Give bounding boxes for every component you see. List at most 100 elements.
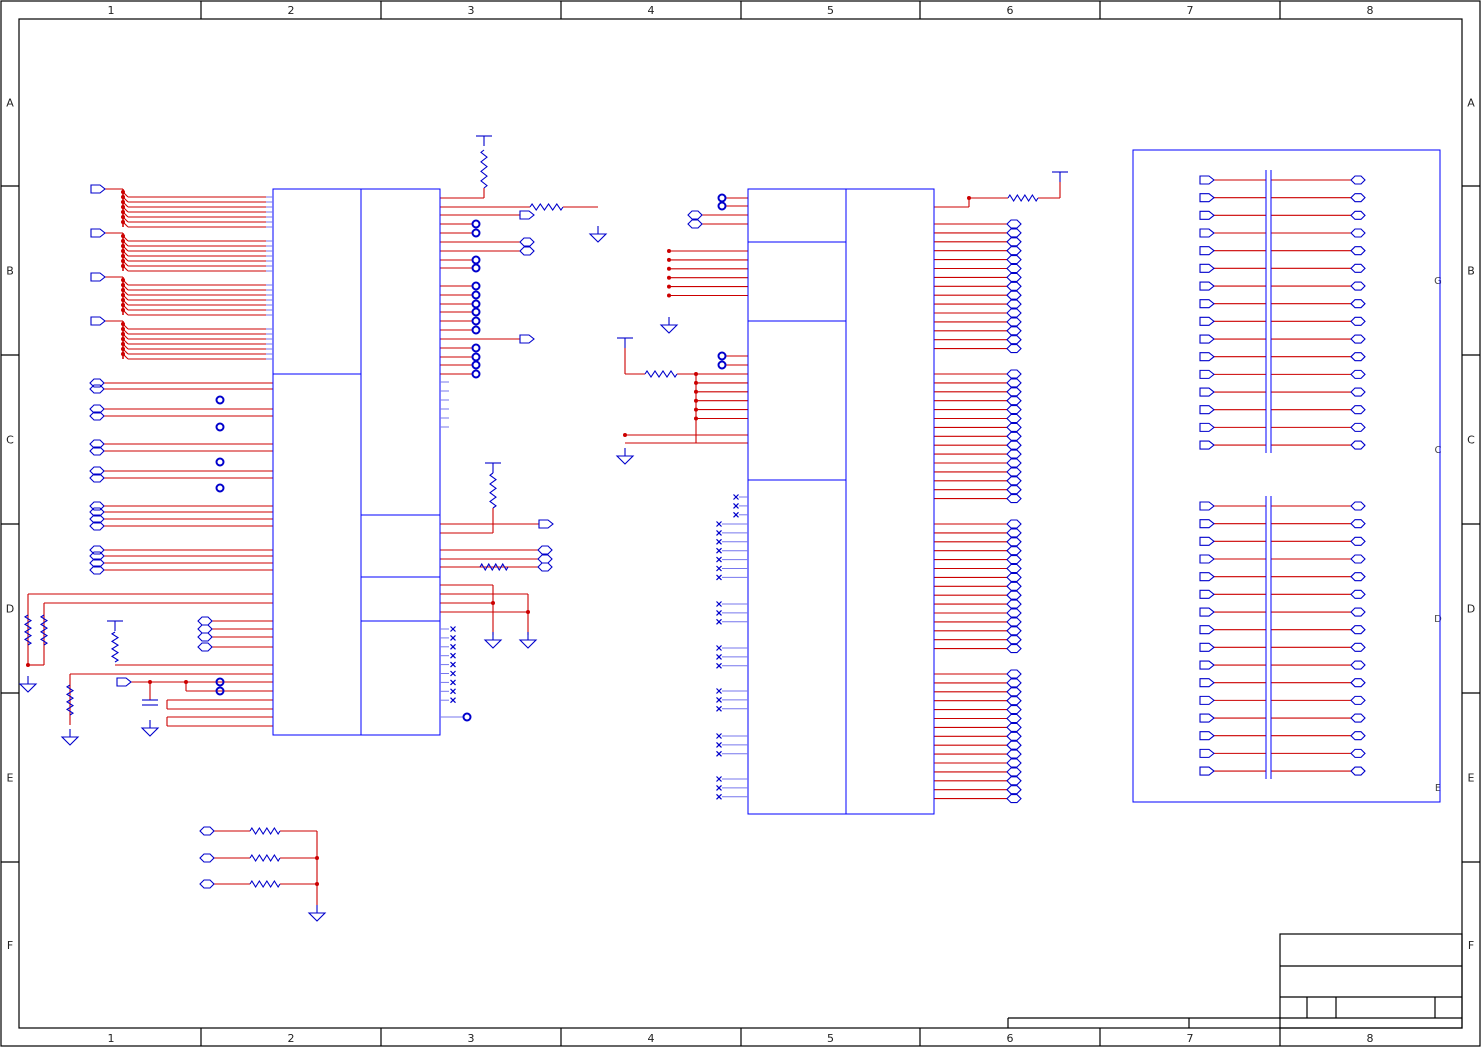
no-connect-icon: [716, 547, 722, 554]
junction-dot-icon: [121, 298, 125, 302]
junction-dot-icon: [623, 433, 627, 437]
junction-dot-icon: [694, 398, 698, 403]
no-connect-icon: [716, 793, 722, 800]
bidir-port-icon: [1006, 537, 1022, 547]
input-port-icon: [1199, 660, 1215, 670]
off-page-connector-icon: [215, 457, 225, 467]
bidir-port-icon: [1350, 554, 1366, 564]
bidir-port-icon: [1006, 776, 1022, 786]
column-label: 7: [1187, 4, 1194, 17]
junction-dot-icon: [121, 278, 125, 282]
junction-dot-icon: [315, 882, 319, 886]
resistor-zigzag: [110, 631, 120, 663]
ground-triangle: [518, 639, 538, 649]
column-label: 4: [648, 4, 655, 17]
resistor-icon: [529, 203, 564, 211]
no-connect-icon: [450, 643, 456, 650]
off-page-connector-icon: [717, 201, 727, 211]
off-page-connector-icon: [471, 316, 481, 326]
ground-triangle: [60, 736, 80, 746]
bidir-port-icon: [1006, 749, 1022, 759]
input-port-icon: [1199, 589, 1215, 599]
resistor-zigzag: [489, 472, 497, 509]
bidir-port-icon: [1350, 193, 1366, 203]
bidir-port-icon: [1006, 608, 1022, 618]
column-label: 2: [288, 4, 295, 17]
off-page-connector-icon: [462, 712, 472, 722]
ground-icon: [615, 448, 635, 465]
row-label: F: [7, 939, 13, 952]
no-connect-icon: [450, 626, 456, 632]
row-label: E: [7, 772, 14, 785]
bidir-port-icon: [1006, 758, 1022, 768]
input-port-icon: [116, 677, 132, 687]
resistor-zigzag: [644, 370, 678, 378]
column-label: 5: [827, 1032, 834, 1045]
bidir-port-icon: [1006, 467, 1022, 477]
input-port-icon: [1199, 175, 1215, 185]
bidir-port-icon: [1350, 748, 1366, 758]
bidir-port-icon: [1006, 326, 1022, 336]
row-label: B: [6, 265, 14, 278]
bidir-port-icon: [1006, 458, 1022, 468]
bidir-port-icon: [1006, 449, 1022, 459]
bidir-port-icon: [89, 545, 105, 555]
input-port-icon: [1199, 766, 1215, 776]
schematic-sheet: 1122334455667788A AB BC CD DE EF FGCDE: [0, 0, 1481, 1047]
junction-dot-icon: [121, 215, 125, 219]
bidir-port-icon: [1006, 405, 1022, 415]
bidir-port-icon: [1006, 563, 1022, 574]
input-port-icon: [519, 334, 535, 344]
bidir-port-icon: [519, 237, 535, 247]
resistor-icon: [249, 879, 281, 889]
resistor-icon: [644, 370, 678, 378]
junction-dot-icon: [491, 601, 495, 605]
bidir-port-icon: [1006, 731, 1022, 741]
no-connect-icon: [450, 670, 456, 677]
no-connect-icon: [716, 733, 722, 739]
resistor-zigzag: [480, 149, 488, 189]
junction-dot-icon: [667, 284, 671, 289]
bidir-port-icon: [1350, 713, 1366, 723]
title-block: [1007, 933, 1463, 1029]
resistor-icon: [110, 631, 120, 663]
bidir-port-icon: [1006, 369, 1022, 379]
bidir-port-icon: [1350, 642, 1366, 652]
no-connect-icon: [716, 776, 722, 782]
no-connect-icon: [716, 529, 722, 536]
junction-dot-icon: [667, 275, 671, 280]
no-connect-icon: [450, 652, 456, 659]
bidir-port-icon: [1006, 705, 1022, 715]
ground-icon: [518, 632, 538, 649]
row-label: B: [1467, 265, 1475, 278]
column-label: 6: [1007, 4, 1014, 17]
bidir-port-icon: [1006, 255, 1022, 265]
power-icon: [1052, 171, 1068, 182]
ic-u1-body: [272, 188, 441, 736]
no-connect-icon: [733, 494, 739, 500]
bidir-port-icon: [1006, 413, 1022, 424]
junction-dot-icon: [967, 196, 971, 200]
junction-dot-icon: [121, 220, 125, 224]
bidir-port-icon: [1350, 501, 1366, 511]
bidir-port-icon: [1350, 766, 1366, 776]
off-page-connector-icon: [471, 263, 481, 273]
bidir-port-icon: [1350, 422, 1366, 432]
off-page-connector-icon: [471, 219, 481, 229]
row-label: F: [1468, 939, 1474, 952]
bidir-port-icon: [1006, 344, 1022, 354]
row-label: A: [6, 97, 14, 110]
no-connect-icon: [716, 705, 722, 712]
bidir-port-icon: [1006, 290, 1022, 300]
column-label: 5: [827, 4, 834, 17]
bidir-port-icon: [1006, 281, 1022, 291]
input-port-icon: [90, 316, 106, 326]
input-port-icon: [1199, 369, 1215, 379]
bidir-port-icon: [1006, 246, 1022, 256]
junction-dot-icon: [121, 347, 125, 351]
junction-dot-icon: [121, 210, 125, 214]
bidir-port-icon: [1006, 635, 1022, 645]
bidir-port-icon: [1006, 617, 1022, 627]
column-label: 4: [648, 1032, 655, 1045]
junction-dot-icon: [121, 352, 125, 356]
